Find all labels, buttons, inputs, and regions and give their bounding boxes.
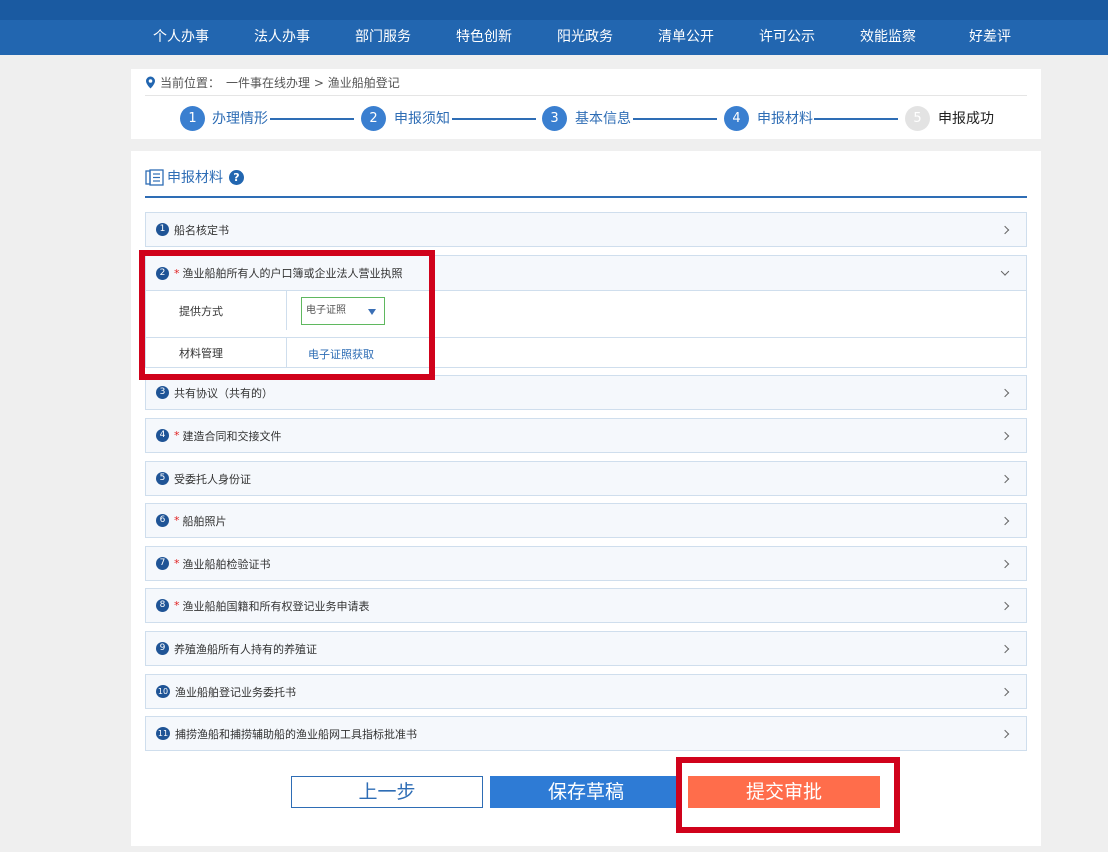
material-name: 船名核定书: [174, 223, 229, 237]
material-row-4[interactable]: 4 * 建造合同和交接文件: [145, 418, 1027, 453]
previous-step-button[interactable]: 上一步: [291, 776, 483, 808]
item-number: 5: [156, 472, 169, 485]
step-1-label: 办理情形: [212, 111, 268, 127]
nav-item-innovation[interactable]: 特色创新: [434, 20, 534, 55]
nav-item-government-affairs[interactable]: 阳光政务: [535, 20, 635, 55]
title-underline: [145, 196, 1027, 198]
material-name: 共有协议（共有的）: [174, 386, 273, 400]
chevron-right-icon: [1000, 431, 1010, 440]
item-number: 11: [156, 727, 170, 740]
material-row-9[interactable]: 9 养殖渔船所有人持有的养殖证: [145, 631, 1027, 666]
breadcrumb-path[interactable]: 一件事在线办理 > 渔业船舶登记: [226, 74, 400, 91]
material-row-6[interactable]: 6 * 船舶照片: [145, 503, 1027, 538]
nav-item-department[interactable]: 部门服务: [333, 20, 433, 55]
chevron-right-icon: [1000, 687, 1010, 696]
material-row-1[interactable]: 1 船名核定书: [145, 212, 1027, 247]
chevron-right-icon: [1000, 559, 1010, 568]
chevron-right-icon: [1000, 729, 1010, 738]
step-connector: [452, 118, 536, 120]
step-connector: [814, 118, 898, 120]
required-mark: *: [174, 429, 180, 442]
material-row-3[interactable]: 3 共有协议（共有的）: [145, 375, 1027, 410]
breadcrumb-label: 当前位置：: [160, 76, 221, 90]
progress-header: 当前位置： 一件事在线办理 > 渔业船舶登记 1 办理情形 2 申报须知 3 基…: [131, 69, 1041, 139]
chevron-right-icon: [1000, 516, 1010, 525]
highlight-box-submit: [676, 757, 900, 833]
step-1-number: 1: [180, 106, 205, 131]
step-2-number: 2: [361, 106, 386, 131]
nav-item-rating[interactable]: 好差评: [940, 20, 1040, 55]
material-row-8[interactable]: 8 * 渔业船舶国籍和所有权登记业务申请表: [145, 588, 1027, 623]
item-number: 1: [156, 223, 169, 236]
material-name: 建造合同和交接文件: [182, 429, 282, 443]
breadcrumb: 当前位置： 一件事在线办理 > 渔业船舶登记: [145, 74, 400, 91]
material-name: 船舶照片: [182, 514, 227, 528]
step-3-label: 基本信息: [575, 111, 631, 127]
chevron-right-icon: [1000, 225, 1010, 234]
step-4-number: 4: [724, 106, 749, 131]
step-2-label: 申报须知: [394, 111, 450, 127]
panel-title-text: 申报材料: [167, 170, 223, 186]
material-row-11[interactable]: 11 捕捞渔船和捕捞辅助船的渔业船网工具指标批准书: [145, 716, 1027, 751]
nav-item-efficiency-supervision[interactable]: 效能监察: [838, 20, 938, 55]
material-name: 渔业船舶检验证书: [182, 557, 271, 571]
location-pin-icon: [146, 76, 155, 89]
step-5-number: 5: [905, 106, 930, 131]
material-row-7[interactable]: 7 * 渔业船舶检验证书: [145, 546, 1027, 581]
material-name: 受委托人身份证: [174, 472, 251, 486]
chevron-right-icon: [1000, 474, 1010, 483]
document-list-icon: [145, 168, 164, 186]
item-number: 3: [156, 386, 169, 399]
nav-item-list-public[interactable]: 清单公开: [636, 20, 736, 55]
material-name: 渔业船舶国籍和所有权登记业务申请表: [182, 599, 370, 613]
nav-item-personal[interactable]: 个人办事: [131, 20, 231, 55]
item-number: 6: [156, 514, 169, 527]
nav-item-license-notice[interactable]: 许可公示: [737, 20, 837, 55]
step-3-number: 3: [542, 106, 567, 131]
material-name: 养殖渔船所有人持有的养殖证: [174, 642, 317, 656]
chevron-down-icon: [1000, 267, 1010, 276]
material-row-10[interactable]: 10 渔业船舶登记业务委托书: [145, 674, 1027, 709]
help-icon[interactable]: ?: [229, 169, 244, 185]
required-mark: *: [174, 557, 180, 570]
top-navigation: 个人办事 法人办事 部门服务 特色创新 阳光政务 清单公开 许可公示 效能监察 …: [0, 0, 1108, 55]
required-mark: *: [174, 514, 180, 527]
nav-item-corporate[interactable]: 法人办事: [232, 20, 332, 55]
panel-title: 申报材料 ?: [145, 167, 244, 187]
material-name: 捕捞渔船和捕捞辅助船的渔业船网工具指标批准书: [175, 727, 417, 741]
item-number: 8: [156, 599, 169, 612]
header-strip: [0, 0, 1108, 20]
step-5-label: 申报成功: [938, 111, 994, 127]
chevron-right-icon: [1000, 601, 1010, 610]
step-connector: [633, 118, 717, 120]
item-number: 4: [156, 429, 169, 442]
step-connector: [270, 118, 354, 120]
material-row-5[interactable]: 5 受委托人身份证: [145, 461, 1027, 496]
chevron-right-icon: [1000, 388, 1010, 397]
item-number: 9: [156, 642, 169, 655]
chevron-right-icon: [1000, 644, 1010, 653]
required-mark: *: [174, 599, 180, 612]
divider: [145, 95, 1027, 96]
item-number: 7: [156, 557, 169, 570]
material-name: 渔业船舶登记业务委托书: [175, 685, 296, 699]
step-4-label: 申报材料: [757, 111, 813, 127]
save-draft-button[interactable]: 保存草稿: [490, 776, 682, 808]
item-number: 10: [156, 685, 170, 698]
highlight-box-expanded-item: [139, 250, 435, 380]
